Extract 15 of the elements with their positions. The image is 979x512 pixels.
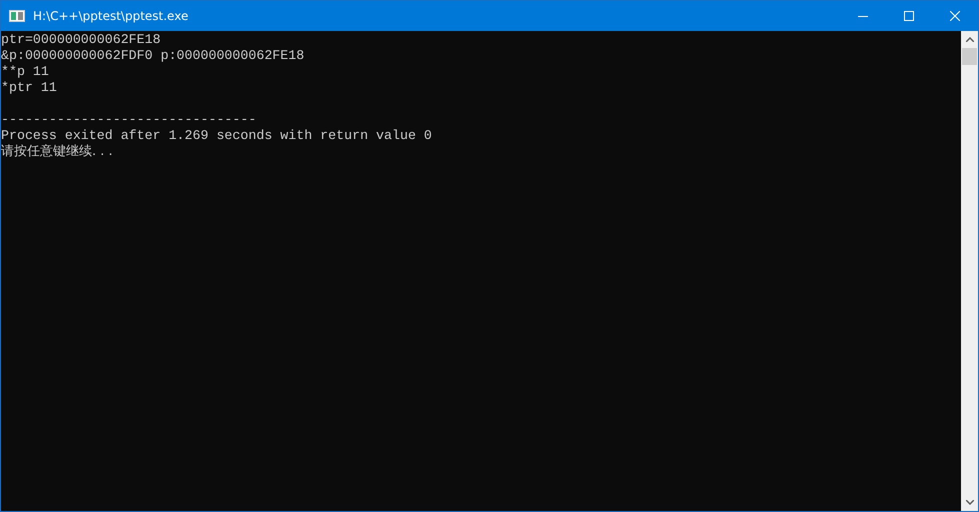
output-line: ptr=000000000062FE18 xyxy=(1,32,162,48)
maximize-icon[interactable] xyxy=(904,11,914,21)
output-line: *ptr 11 xyxy=(1,80,58,96)
output-line: -------------------------------- xyxy=(1,112,258,128)
output-line: 请按任意键继续. . . xyxy=(1,144,114,160)
output-line: **p 11 xyxy=(1,64,50,80)
output-line: &p:000000000062FDF0 p:000000000062FE18 xyxy=(1,48,306,64)
scroll-up-icon[interactable] xyxy=(966,37,974,42)
console-icon xyxy=(9,10,25,22)
close-icon[interactable] xyxy=(950,11,960,21)
scroll-thumb[interactable] xyxy=(962,48,977,65)
scroll-down-icon[interactable] xyxy=(966,500,974,505)
output-line: Process exited after 1.269 seconds with return value 0 xyxy=(1,128,433,144)
window-title: H:\C++\pptest\pptest.exe xyxy=(33,9,190,23)
scrollbar[interactable] xyxy=(961,31,978,511)
